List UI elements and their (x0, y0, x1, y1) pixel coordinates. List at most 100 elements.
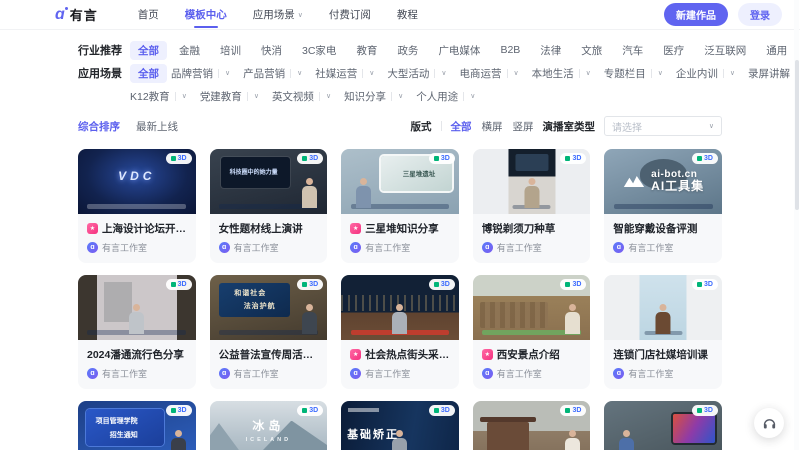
divider (441, 121, 442, 131)
filter-option[interactable]: 泛互联网 (696, 41, 754, 60)
filter-dropdown-option[interactable]: 社媒运营 ∨ (315, 66, 374, 81)
studio-name: 有言工作室 (365, 241, 410, 254)
badge-3d: 3D (429, 279, 455, 290)
filter-option-label: K12教育 (130, 89, 170, 104)
presenter-figure (655, 304, 671, 334)
filter-dropdown-option[interactable]: 英文视频 ∨ (272, 89, 331, 104)
thumbnail-screen-text: 和谐社会 (234, 288, 266, 298)
divider (290, 69, 291, 78)
filter-option-label: 本地生活 (532, 66, 574, 81)
filter-option-label: 企业内训 (676, 66, 718, 81)
studio-type-placeholder: 请选择 (612, 119, 642, 134)
filter-option[interactable]: 文旅 (573, 41, 610, 60)
cube-3d-icon (171, 156, 176, 161)
template-title: 上海设计论坛开场主持 (102, 221, 187, 236)
filter-dropdown-option[interactable]: 大型活动 ∨ (387, 66, 446, 81)
scrollbar-thumb[interactable] (795, 60, 799, 210)
filter-dropdown-option[interactable]: K12教育 ∨ (130, 89, 187, 104)
filter-dropdown-option[interactable]: 知识分享 ∨ (344, 89, 403, 104)
header-actions: 新建作品 登录 (664, 3, 782, 26)
featured-badge-icon: ★ (482, 349, 493, 360)
watermark-line2: AI工具集 (651, 180, 704, 194)
filter-dropdown-option[interactable]: 党建教育 ∨ (200, 89, 259, 104)
template-thumbnail: 3D (341, 275, 459, 340)
cube-3d-icon (302, 156, 307, 161)
template-card[interactable]: 项目管理学院 招生通知 3D (78, 401, 196, 450)
filter-dropdown-option[interactable]: 电商运营 ∨ (460, 66, 519, 81)
template-title: 女性题材线上演讲 (219, 221, 303, 236)
sort-option[interactable]: 综合排序 (78, 119, 120, 134)
template-card[interactable]: 和谐社会 法治护航 3D 公益普法宣传周活动预告 ɑ 有言工作室 (210, 275, 328, 389)
login-button[interactable]: 登录 (738, 3, 782, 26)
filter-dropdown-option[interactable]: 产品营销 ∨ (243, 66, 302, 81)
scrollbar-track[interactable] (794, 0, 799, 450)
filter-option[interactable]: 汽车 (614, 41, 651, 60)
filter-option[interactable]: 金融 (171, 41, 208, 60)
template-card[interactable]: 3D ★ 西安景点介绍 ɑ 有言工作室 (473, 275, 591, 389)
filter-option[interactable]: 广电媒体 (430, 41, 488, 60)
filter-option[interactable]: 医疗 (655, 41, 692, 60)
template-card[interactable]: 3D 连锁门店社媒培训课 ɑ 有言工作室 (604, 275, 722, 389)
badge-3d: 3D (166, 405, 192, 416)
filter-option[interactable]: 培训 (212, 41, 249, 60)
filter-option-label: 大型活动 (387, 66, 429, 81)
cube-3d-icon (697, 282, 702, 287)
template-card[interactable]: VDC 3D ★ 上海设计论坛开场主持 ɑ 有言工作室 (78, 149, 196, 263)
youyan-logo[interactable]: ɑ 有言 (55, 5, 98, 24)
template-card[interactable]: 3D (473, 401, 591, 450)
filter-dropdown-option[interactable]: 本地生活 ∨ (532, 66, 591, 81)
layout-option[interactable]: 全部 (451, 119, 472, 134)
filter-dropdown-option[interactable]: 品牌营销 ∨ (171, 66, 230, 81)
layout-option[interactable]: 横屏 (482, 119, 503, 134)
thumbnail-screen-text: 三星堆遗址 (403, 168, 436, 178)
filter-dropdown-option[interactable]: 专题栏目 ∨ (604, 66, 663, 81)
studio-name: 有言工作室 (234, 367, 279, 380)
filter-option[interactable]: 通用 (758, 41, 795, 60)
template-card[interactable]: 三星堆遗址 3D ★ 三星堆知识分享 ɑ 有言工作室 (341, 149, 459, 263)
filter-option[interactable]: 政务 (389, 41, 426, 60)
nav-item[interactable]: 应用场景 ∨ (253, 0, 303, 30)
badge-3d: 3D (297, 153, 323, 164)
template-title: 社会热点街头采访连线 (365, 347, 450, 362)
nav-item[interactable]: 首页 (138, 0, 159, 30)
filter-option[interactable]: 全部 (130, 41, 167, 60)
badge-3d-label: 3D (178, 281, 187, 288)
portrait-video (640, 275, 687, 340)
filter-option[interactable]: B2B (492, 42, 528, 58)
template-card[interactable]: 3D 2024潘通流行色分享 ɑ 有言工作室 (78, 275, 196, 389)
studio-avatar: ɑ (482, 242, 493, 253)
filter-dropdown-option[interactable]: 企业内训 ∨ (676, 66, 735, 81)
filter-option[interactable]: 快消 (253, 41, 290, 60)
thumbnail-screen-subtext: 招生通知 (110, 430, 138, 440)
template-card[interactable]: 3D ★ 社会热点街头采访连线 ɑ 有言工作室 (341, 275, 459, 389)
template-card[interactable]: 科技圈中的她力量 3D 女性题材线上演讲 ɑ 有言工作室 (210, 149, 328, 263)
filter-dropdown-option[interactable]: 个人用途 ∨ (416, 89, 475, 104)
create-work-button[interactable]: 新建作品 (664, 3, 728, 26)
nav-item[interactable]: 教程 (397, 0, 418, 30)
template-card[interactable]: 基础矫正 3D (341, 401, 459, 450)
template-card[interactable]: 3D 博锐剃须刀种草 ɑ 有言工作室 (473, 149, 591, 263)
filter-option[interactable]: 3C家电 (294, 41, 344, 60)
template-thumbnail: 3D (473, 149, 591, 214)
card-meta: 连锁门店社媒培训课 ɑ 有言工作室 (604, 340, 722, 389)
nav-item[interactable]: 付费订阅 (329, 0, 371, 30)
presenter-figure (524, 178, 540, 208)
filter-option[interactable]: 法律 (532, 41, 569, 60)
divider (723, 69, 724, 78)
support-fab-button[interactable] (754, 408, 784, 438)
divider (247, 92, 248, 101)
filter-dropdown-option[interactable]: 录屏讲解 ∨ (748, 66, 800, 81)
template-card[interactable]: 3D (604, 401, 722, 450)
studio-type-select[interactable]: 请选择 ∨ (604, 116, 722, 136)
template-thumbnail: 3D ai-bot.cn AI工具集 (604, 149, 722, 214)
layout-option[interactable]: 竖屏 (513, 119, 534, 134)
nav-item-label: 应用场景 (253, 7, 295, 22)
studio-type-label: 演播室类型 (543, 119, 596, 134)
nav-item[interactable]: 模板中心 (185, 0, 227, 30)
filter-option[interactable]: 教育 (348, 41, 385, 60)
filter-option[interactable]: 全部 (130, 64, 167, 83)
badge-3d-label: 3D (309, 281, 318, 288)
sort-option[interactable]: 最新上线 (136, 119, 178, 134)
template-card[interactable]: 冰岛 ICELAND 3D (210, 401, 328, 450)
template-card[interactable]: 3D ai-bot.cn AI工具集 智能穿戴设备评测 ɑ 有言工作室 (604, 149, 722, 263)
